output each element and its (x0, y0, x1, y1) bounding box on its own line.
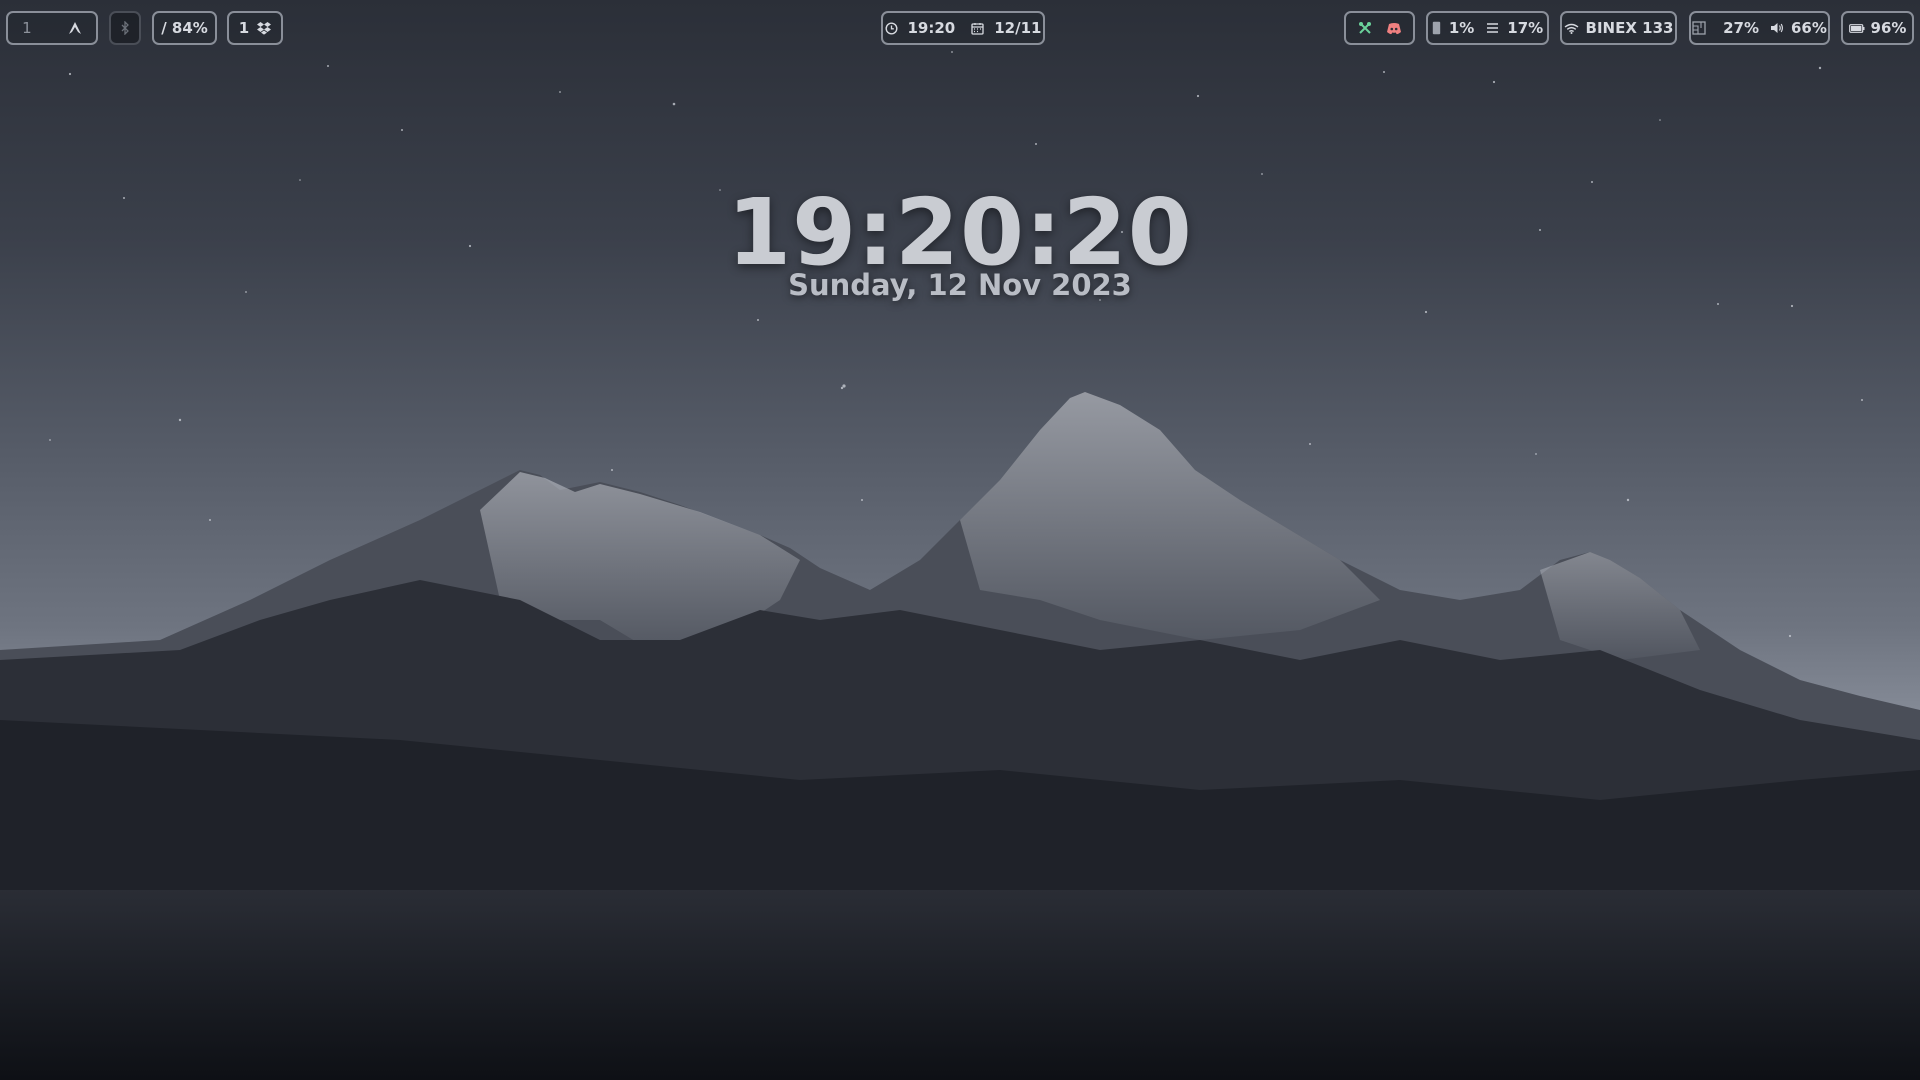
volume-icon (1770, 22, 1784, 34)
clock-date: 12/11 (994, 19, 1042, 37)
network-ssid: BINEX 133 (1585, 19, 1674, 37)
bluetooth-module[interactable] (109, 11, 141, 45)
wallpaper-mountains (0, 392, 1920, 1080)
memory-value: 17% (1507, 19, 1544, 37)
dropbox-icon (257, 21, 272, 35)
workspaces-module[interactable]: 1 (6, 11, 98, 45)
cpu-icon (1432, 21, 1441, 35)
battery-value: 96% (1870, 19, 1907, 37)
cpu-value: 1% (1448, 19, 1475, 37)
bluetooth-icon (120, 21, 130, 35)
clock-module[interactable]: 19:20 12/11 (881, 11, 1045, 45)
brightness-volume-module[interactable]: 27% 66% (1689, 11, 1830, 45)
desktop-clock-date: Sunday, 12 Nov 2023 (788, 268, 1132, 302)
dropbox-module[interactable]: 1 (227, 11, 283, 45)
battery-module[interactable]: 96% (1841, 11, 1914, 45)
volume-value: 66% (1791, 19, 1827, 37)
workspace-number[interactable]: 1 (22, 19, 32, 37)
brightness-icon (1692, 21, 1706, 35)
desktop: 1 / 84% 1 19:20 12/11 1% 17% BINEX 133 2… (0, 0, 1920, 1080)
disk-usage-label: / 84% (161, 19, 208, 37)
memory-icon (1486, 22, 1499, 34)
tools-icon[interactable] (1358, 21, 1372, 35)
cpu-memory-module[interactable]: 1% 17% (1426, 11, 1549, 45)
brightness-value: 27% (1723, 19, 1759, 37)
wifi-icon (1564, 23, 1579, 34)
dropbox-count: 1 (238, 19, 250, 37)
disk-module[interactable]: / 84% (152, 11, 217, 45)
discord-icon[interactable] (1386, 22, 1402, 35)
system-tray[interactable] (1344, 11, 1415, 45)
battery-icon (1848, 23, 1865, 33)
clock-icon (884, 21, 898, 35)
clock-time: 19:20 (907, 19, 956, 37)
calendar-icon (971, 22, 984, 35)
network-module[interactable]: BINEX 133 (1560, 11, 1677, 45)
arch-logo-icon[interactable] (68, 21, 82, 35)
